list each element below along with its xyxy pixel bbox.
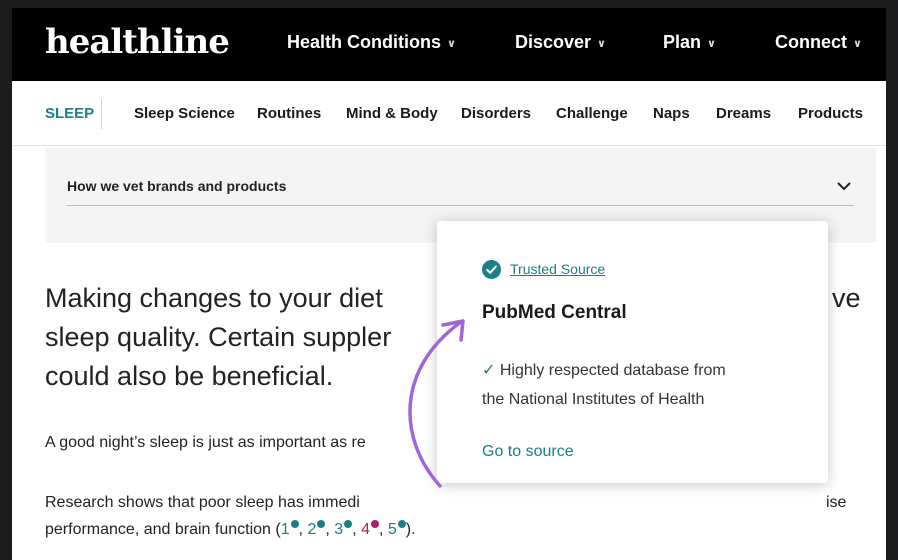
- citation-badge-icon: [290, 519, 299, 528]
- site-header: healthline Health Conditions ∨ Discover …: [12, 8, 886, 81]
- sleep-subnav: SLEEP Sleep Science Routines Mind & Body…: [12, 81, 886, 146]
- nav-discover[interactable]: Discover ∨: [515, 32, 606, 53]
- nav-label: Plan: [663, 32, 702, 52]
- verified-check-icon: [482, 260, 501, 279]
- subnav-item-routines[interactable]: Routines: [257, 105, 321, 122]
- citation-link[interactable]: 1: [281, 519, 299, 538]
- chevron-down-icon: ∨: [447, 38, 456, 50]
- subnav-item-sleep-science[interactable]: Sleep Science: [134, 105, 235, 122]
- nav-label: Health Conditions: [287, 32, 441, 52]
- citation-link-active[interactable]: 4: [361, 519, 379, 538]
- subnav-item-mind-body[interactable]: Mind & Body: [346, 105, 438, 122]
- citation-link[interactable]: 5: [388, 519, 406, 538]
- citation-badge-icon: [344, 519, 353, 528]
- nav-health-conditions[interactable]: Health Conditions ∨: [287, 32, 456, 53]
- nav-label: Connect: [775, 32, 847, 52]
- subnav-item-challenge[interactable]: Challenge: [556, 105, 628, 122]
- nav-plan[interactable]: Plan ∨: [663, 32, 716, 53]
- divider: [67, 205, 854, 206]
- citation-badge-icon: [370, 519, 379, 528]
- checkmark-icon: ✓: [482, 362, 496, 379]
- subnav-item-sleep[interactable]: SLEEP: [45, 105, 94, 122]
- subnav-item-disorders[interactable]: Disorders: [461, 105, 531, 122]
- subnav-item-products[interactable]: Products: [798, 105, 863, 122]
- citation-badge-icon: [397, 519, 406, 528]
- healthline-logo[interactable]: healthline: [45, 22, 230, 62]
- citation-link[interactable]: 3: [334, 519, 353, 538]
- trusted-source-link[interactable]: Trusted Source: [510, 261, 605, 277]
- subnav-item-naps[interactable]: Naps: [653, 105, 690, 122]
- subnav-item-dreams[interactable]: Dreams: [716, 105, 771, 122]
- chevron-down-icon: ∨: [597, 38, 606, 50]
- subnav-divider: [101, 99, 102, 129]
- vet-accordion-title: How we vet brands and products: [67, 178, 287, 194]
- trusted-source-popover: Trusted Source PubMed Central ✓ Highly r…: [437, 221, 828, 483]
- nav-label: Discover: [515, 32, 592, 52]
- source-name: PubMed Central: [482, 302, 627, 323]
- source-description: ✓ Highly respected database from the Nat…: [482, 362, 726, 408]
- citation-link[interactable]: 2: [307, 519, 326, 538]
- chevron-down-icon: ∨: [853, 38, 862, 50]
- citation-badge-icon: [317, 519, 326, 528]
- article-paragraph: Research shows that poor sleep has immed…: [45, 494, 847, 538]
- nav-connect[interactable]: Connect ∨: [775, 32, 862, 53]
- chevron-down-icon[interactable]: [836, 178, 852, 194]
- chevron-down-icon: ∨: [707, 38, 716, 50]
- browser-page: healthline Health Conditions ∨ Discover …: [12, 8, 886, 560]
- go-to-source-link[interactable]: Go to source: [482, 443, 574, 461]
